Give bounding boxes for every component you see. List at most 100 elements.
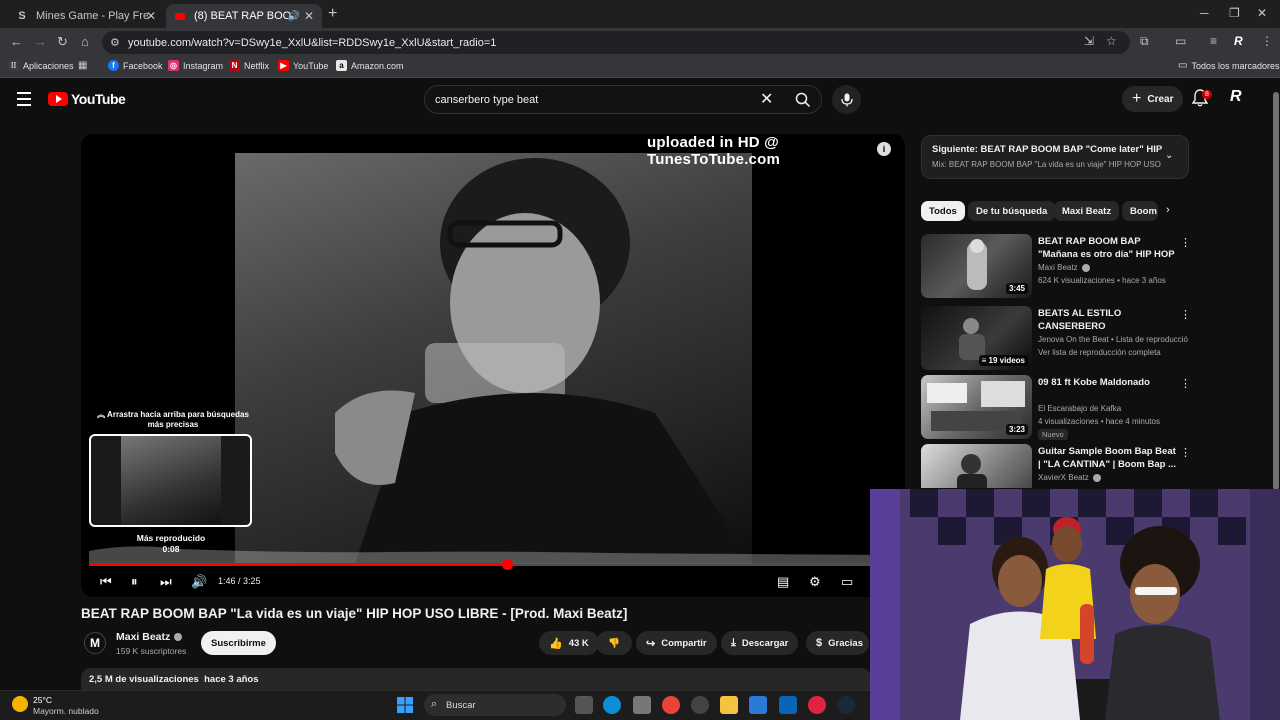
all-bookmarks[interactable]: ▭ Todos los marcadores <box>1178 60 1280 71</box>
up-next-mix-panel[interactable]: Siguiente: BEAT RAP BOOM BAP "Come later… <box>921 135 1189 179</box>
bookmark-instagram[interactable]: ◎ Instagram <box>168 60 223 71</box>
chip-de-tu-busqueda[interactable]: De tu búsqueda <box>968 201 1056 221</box>
tab-groups-icon[interactable]: ▦ <box>78 60 87 71</box>
bookmark-amazon[interactable]: a Amazon.com <box>336 60 404 71</box>
recommendation-item[interactable]: 3:23 09 81 ft Kobe Maldonado El Escaraba… <box>921 375 1191 440</box>
menu-kebab-icon[interactable]: ⋮ <box>1261 34 1273 48</box>
video-player[interactable]: uploaded in HD @ TunesToTube.com i ︽ Arr… <box>81 134 905 597</box>
bookmark-star-icon[interactable]: ☆ <box>1106 34 1117 48</box>
account-avatar[interactable]: R <box>1230 88 1242 106</box>
task-view-icon[interactable] <box>575 696 593 714</box>
recommendation-item[interactable]: 3:45 BEAT RAP BOOM BAP "Mañana es otro d… <box>921 234 1191 298</box>
hamburger-menu-icon[interactable] <box>17 92 31 110</box>
info-icon[interactable]: i <box>877 142 891 156</box>
steam-icon[interactable] <box>837 696 855 714</box>
thanks-button[interactable]: $ Gracias <box>806 631 869 655</box>
back-icon[interactable]: ← <box>10 34 23 49</box>
facebook-icon: f <box>108 60 119 71</box>
chip-maxi-beatz[interactable]: Maxi Beatz <box>1054 201 1120 221</box>
audio-playing-icon[interactable]: 🔊 <box>288 11 300 22</box>
bookmarks-bar: ⁞⁞ Aplicaciones ▦ f Facebook ◎ Instagram… <box>0 56 1280 78</box>
video-thumbnail[interactable]: 3:23 <box>921 375 1032 439</box>
install-app-icon[interactable]: ⇲ <box>1084 34 1094 48</box>
like-button[interactable]: 👍 43 K <box>539 631 599 655</box>
progress-bar[interactable] <box>89 559 897 570</box>
chip-boom[interactable]: Boom <box>1122 201 1158 221</box>
tab-youtube-video[interactable]: (8) BEAT RAP BOOM BAP "L 🔊 ✕ <box>166 4 322 28</box>
clear-search-icon[interactable]: ✕ <box>760 89 773 109</box>
volume-icon[interactable]: 🔊 <box>191 574 207 590</box>
settings-app-icon[interactable] <box>633 696 651 714</box>
subtitles-icon[interactable]: ▤ <box>777 574 789 590</box>
pause-icon[interactable]: ⏸ <box>131 574 138 590</box>
taskbar-search[interactable]: ⌕ Buscar <box>424 694 566 716</box>
opera-icon[interactable] <box>808 696 826 714</box>
site-info-icon[interactable]: ⚙ <box>110 36 120 49</box>
bookmark-apps[interactable]: ⁞⁞ Aplicaciones <box>8 60 74 71</box>
video-frame[interactable] <box>235 153 752 564</box>
create-button[interactable]: + Crear <box>1122 86 1184 112</box>
chevron-down-icon[interactable]: ⌄ <box>1165 150 1173 161</box>
home-icon[interactable]: ⌂ <box>81 34 89 49</box>
profile-avatar-icon[interactable]: R <box>1234 34 1243 48</box>
download-button[interactable]: ⤓ Descargar <box>721 631 799 655</box>
file-explorer-icon[interactable] <box>720 696 738 714</box>
youtube-logo[interactable]: YouTube <box>48 91 126 107</box>
bookmark-facebook[interactable]: f Facebook <box>108 60 163 71</box>
weather-temperature: 25°C <box>33 695 52 705</box>
bookmark-netflix[interactable]: N Netflix <box>229 60 269 71</box>
playlist-thumbnail[interactable]: ≡ 19 videos <box>921 306 1032 370</box>
new-tab-button[interactable]: + <box>328 5 337 23</box>
close-icon[interactable]: ✕ <box>304 9 314 23</box>
next-icon[interactable]: ⏭ <box>160 574 172 590</box>
scrollbar-thumb[interactable] <box>1273 92 1279 490</box>
more-options-icon[interactable]: ⋮ <box>1180 446 1191 459</box>
chrome-icon[interactable] <box>662 696 680 714</box>
chevron-right-icon[interactable]: › <box>1166 204 1170 216</box>
recommendation-item[interactable]: Guitar Sample Boom Bap Beat | "LA CANTIN… <box>921 444 1191 488</box>
voice-search-button[interactable] <box>832 85 861 114</box>
view-full-playlist-link[interactable]: Ver lista de reproducción completa <box>1038 348 1188 357</box>
subscribe-button[interactable]: Suscribirme <box>201 631 276 655</box>
weather-icon[interactable] <box>12 696 28 712</box>
microsoft-store-icon[interactable] <box>749 696 767 714</box>
github-desktop-icon[interactable] <box>691 696 709 714</box>
video-thumbnail[interactable] <box>921 444 1032 488</box>
start-windows-icon[interactable] <box>396 696 414 714</box>
address-bar[interactable]: ⚙ youtube.com/watch?v=DSwy1e_XxlU&list=R… <box>102 31 1130 54</box>
progress-scrubber-handle[interactable] <box>501 559 513 570</box>
search-button[interactable] <box>784 85 822 114</box>
share-button[interactable]: ↪ Compartir <box>636 631 717 655</box>
like-count: 43 K <box>568 637 589 649</box>
previous-icon[interactable]: ⏮ <box>100 574 112 590</box>
media-controls-icon[interactable]: ≡ <box>1210 34 1217 48</box>
more-options-icon[interactable]: ⋮ <box>1180 377 1191 390</box>
more-options-icon[interactable]: ⋮ <box>1180 236 1191 249</box>
recommendation-item[interactable]: ≡ 19 videos BEATS AL ESTILO CANSERBERO J… <box>921 306 1191 370</box>
outlook-icon[interactable] <box>779 696 797 714</box>
edge-browser-icon[interactable] <box>603 696 621 714</box>
create-label: Crear <box>1147 93 1174 105</box>
recommendation-meta: 624 K visualizaciones • hace 3 años <box>1038 276 1166 285</box>
reload-icon[interactable]: ↻ <box>57 34 68 50</box>
extensions-icon[interactable]: ⧉ <box>1140 34 1149 49</box>
bookmark-youtube[interactable]: ▶ YouTube <box>278 60 328 71</box>
recommendation-title: BEAT RAP BOOM BAP "Mañana es otro día" H… <box>1038 236 1175 260</box>
forward-icon[interactable]: → <box>34 34 47 49</box>
dislike-button[interactable]: 👎 <box>596 631 632 655</box>
close-window-icon[interactable]: ✕ <box>1257 6 1267 20</box>
more-options-icon[interactable]: ⋮ <box>1180 308 1191 321</box>
video-thumbnail[interactable]: 3:45 <box>921 234 1032 298</box>
theater-mode-icon[interactable]: ▭ <box>841 574 853 590</box>
browser-toolbar: ← → ↻ ⌂ ⚙ youtube.com/watch?v=DSwy1e_Xxl… <box>0 28 1280 56</box>
minimize-icon[interactable]: ─ <box>1200 6 1209 20</box>
channel-avatar[interactable]: M <box>84 632 106 654</box>
youtube-masthead: YouTube canserbero type beat ✕ + Crear R <box>0 80 1280 120</box>
channel-name[interactable]: Maxi Beatz <box>116 631 183 643</box>
restore-icon[interactable]: ❐ <box>1229 6 1240 20</box>
settings-gear-icon[interactable]: ⚙ <box>809 574 821 590</box>
side-panel-icon[interactable]: ▭ <box>1175 34 1186 48</box>
chip-todos[interactable]: Todos <box>921 201 965 221</box>
tab-mines-game[interactable]: S Mines Game - Play Free Social ✕ <box>8 4 164 28</box>
close-icon[interactable]: ✕ <box>146 9 156 23</box>
